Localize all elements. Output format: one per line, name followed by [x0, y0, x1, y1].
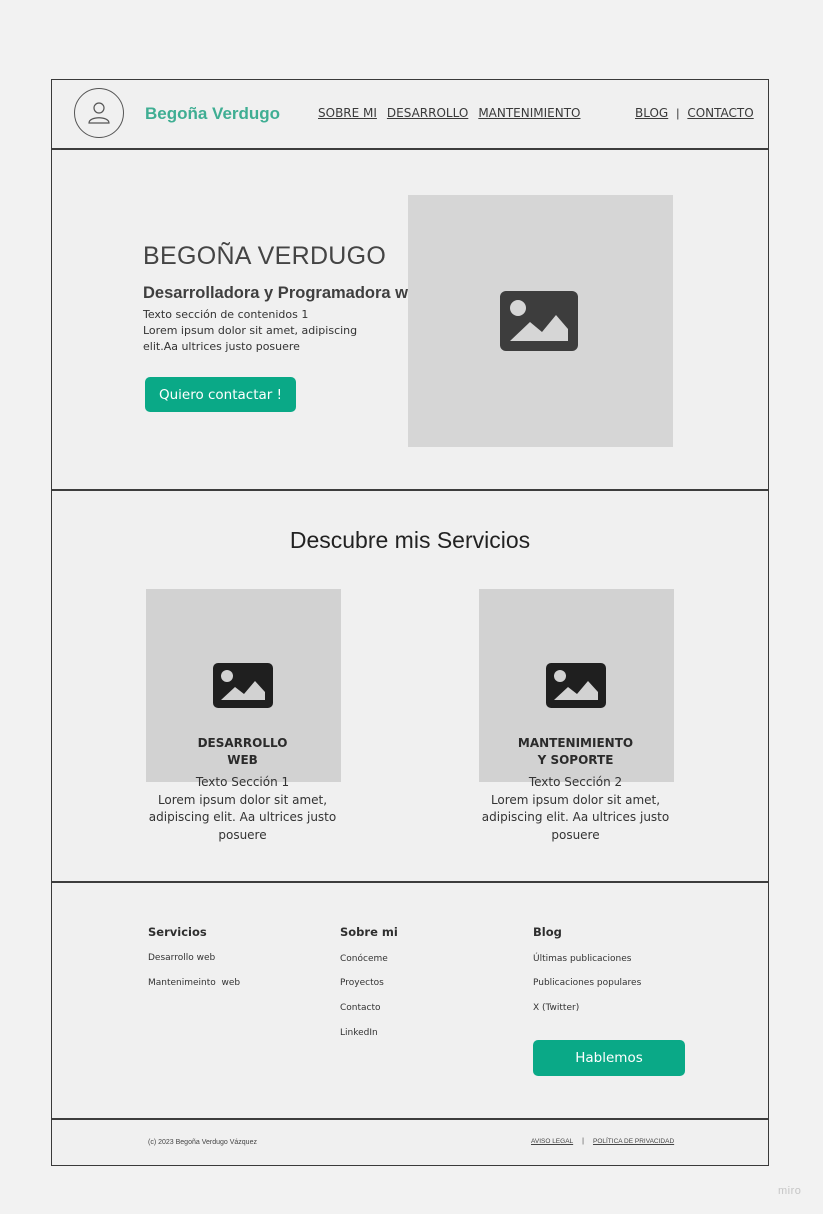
services-title: Descubre mis Servicios — [289, 527, 531, 553]
user-icon — [88, 102, 110, 124]
footer-link[interactable]: X (Twitter) — [533, 1003, 579, 1013]
footer-link[interactable]: Conóceme — [340, 954, 388, 964]
main-nav: SOBRE MI DESARROLLO MANTENIMIENTO — [318, 106, 581, 120]
hero-title: BEGOÑA VERDUGO — [143, 242, 387, 270]
services-divider — [52, 881, 768, 883]
nav-contacto[interactable]: CONTACTO — [687, 106, 753, 120]
nav-mantenimiento[interactable]: MANTENIMIENTO — [478, 106, 580, 120]
brand-name[interactable]: Begoña Verdugo — [145, 104, 280, 124]
footer-link[interactable]: Desarrollo web — [148, 953, 215, 963]
footer-divider — [52, 1118, 768, 1120]
nav-desarrollo[interactable]: DESARROLLO — [387, 106, 468, 120]
image-placeholder-icon — [546, 663, 606, 708]
aviso-legal-link[interactable]: AVISO LEGAL — [531, 1138, 573, 1145]
image-placeholder-icon — [500, 291, 578, 351]
privacy-policy-link[interactable]: POLÍTICA DE PRIVACIDAD — [593, 1138, 674, 1145]
page-frame: Begoña Verdugo SOBRE MI DESARROLLO MANTE… — [51, 79, 769, 1166]
footer-link[interactable]: Mantenimeinto web — [148, 978, 240, 988]
image-placeholder-icon — [213, 663, 273, 708]
copyright: (c) 2023 Begoña Verdugo Vázquez — [148, 1139, 257, 1146]
footer-title-blog: Blog — [533, 925, 562, 939]
service-card-text: Texto Sección 1 Lorem ipsum dolor sit am… — [148, 775, 337, 842]
miro-watermark: miro — [778, 1185, 802, 1197]
legal-links: AVISO LEGAL | POLÍTICA DE PRIVACIDAD — [531, 1138, 674, 1145]
hero-text: Texto sección de contenidos 1 Lorem ipsu… — [143, 308, 358, 353]
hero-subtitle: Desarrolladora y Programadora web — [143, 284, 428, 302]
hero-divider — [52, 489, 768, 491]
service-card-title: MANTENIMIENTO Y SOPORTE — [517, 736, 634, 767]
contact-cta-button[interactable]: Quiero contactar ! — [145, 377, 296, 412]
service-card-text: Texto Sección 2 Lorem ipsum dolor sit am… — [481, 775, 670, 842]
header-divider — [52, 148, 768, 150]
service-card-title: DESARROLLO WEB — [197, 736, 288, 767]
hablemos-button[interactable]: Hablemos — [533, 1040, 685, 1076]
nav-blog[interactable]: BLOG — [635, 106, 668, 120]
footer-title-sobre-mi: Sobre mi — [340, 925, 398, 939]
footer-link[interactable]: Proyectos — [340, 978, 384, 988]
hero-image — [408, 195, 673, 447]
footer-link[interactable]: Publicaciones populares — [533, 978, 641, 988]
footer-link[interactable]: Últimas publicaciones — [533, 954, 631, 964]
footer-link[interactable]: LinkedIn — [340, 1028, 378, 1038]
secondary-nav: BLOG | CONTACTO — [635, 106, 754, 120]
nav-separator: | — [676, 106, 680, 120]
legal-separator: | — [582, 1138, 584, 1145]
footer-title-servicios: Servicios — [148, 925, 207, 939]
nav-sobre-mi[interactable]: SOBRE MI — [318, 106, 377, 120]
avatar[interactable] — [74, 88, 124, 138]
footer-link[interactable]: Contacto — [340, 1003, 381, 1013]
